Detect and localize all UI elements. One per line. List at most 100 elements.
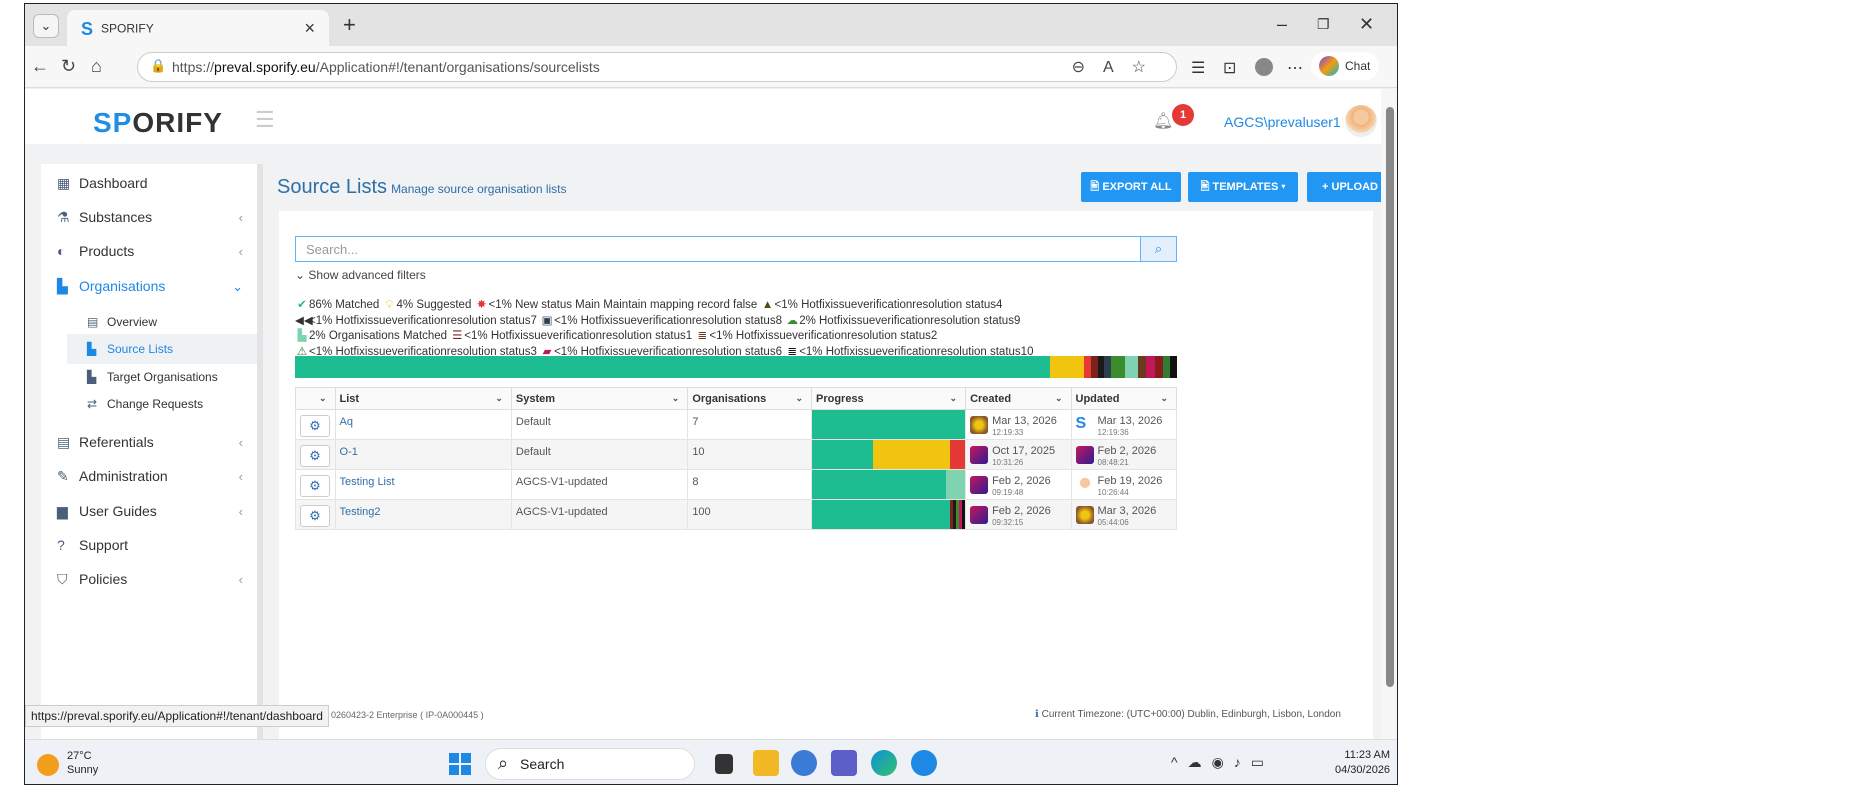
progress-segment[interactable] <box>811 440 874 469</box>
header-list[interactable]: List ⌄ <box>334 387 512 410</box>
edge-icon[interactable] <box>871 750 897 776</box>
progress-segment[interactable] <box>961 500 965 529</box>
progress-segment[interactable] <box>1103 356 1111 378</box>
header-created[interactable]: Created ⌄ <box>965 387 1072 410</box>
file-explorer-icon[interactable] <box>753 750 779 776</box>
table-row[interactable]: ⚙ O-1 Default 10 Oct 17, 2025 10:31:26 Fe… <box>295 439 1177 470</box>
progress-segment[interactable] <box>949 440 966 469</box>
search-icon[interactable]: ⌕ <box>1141 236 1177 262</box>
gear-icon[interactable]: ⚙ <box>300 415 330 437</box>
browser-tab[interactable]: S SPORIFY × <box>67 10 329 46</box>
progress-segment[interactable] <box>945 470 966 499</box>
legend-item[interactable]: 2% Hotfixissueverificationresolution sta… <box>799 315 1020 327</box>
legend-item[interactable]: <1% New status Main Maintain mapping rec… <box>489 299 758 311</box>
row-progress-bar[interactable] <box>811 410 966 439</box>
sidebar-subitem-source-lists[interactable]: ▙ Source Lists <box>67 334 257 364</box>
progress-segment[interactable] <box>811 500 950 529</box>
url-action-icons[interactable]: ⊖A☆ <box>1072 57 1164 77</box>
header-updated[interactable]: Updated ⌄ <box>1070 387 1177 410</box>
search-input[interactable]: Search... <box>295 236 1141 262</box>
minimize-icon[interactable]: – <box>1277 14 1287 35</box>
tab-actions-button[interactable]: ⌄ <box>33 14 59 38</box>
row-progress-bar[interactable] <box>811 470 966 499</box>
progress-segment[interactable] <box>873 440 950 469</box>
templates-button[interactable]: 🖹 TEMPLATES ▾ <box>1188 172 1298 202</box>
legend-item[interactable]: 4% Suggested <box>397 299 472 311</box>
progress-segment[interactable] <box>1110 356 1125 378</box>
legend-item[interactable]: <1% Hotfixissueverificationresolution st… <box>464 330 692 342</box>
system-tray[interactable]: ^☁◉♪▭ <box>1171 754 1274 771</box>
sporify-logo[interactable]: SPORIFY <box>93 107 223 139</box>
profile-icon[interactable] <box>1255 58 1273 76</box>
overall-progress-bar[interactable] <box>295 356 1177 378</box>
legend-item[interactable]: <1% Hotfixissueverificationresolution st… <box>775 299 1003 311</box>
taskbar-search[interactable]: Search <box>485 748 695 780</box>
progress-cell[interactable] <box>810 409 967 440</box>
clock[interactable]: 11:23 AM 04/30/2026 <box>1335 748 1390 778</box>
progress-cell[interactable] <box>810 469 967 500</box>
sidebar-item-administration[interactable]: ✎ Administration ‹ <box>41 457 257 497</box>
bell-icon[interactable]: 🔔︎ <box>1153 111 1173 131</box>
list-link[interactable]: Testing2 <box>340 506 381 518</box>
avatar[interactable] <box>1345 105 1377 137</box>
sidebar-scrollbar[interactable] <box>257 164 263 739</box>
header-system[interactable]: System ⌄ <box>510 387 689 410</box>
gear-icon[interactable]: ⚙ <box>300 475 330 497</box>
more-icon[interactable]: ⋯ <box>1287 58 1303 78</box>
legend-item[interactable]: <1% Hotfixissueverificationresolution st… <box>554 315 782 327</box>
legend-item[interactable]: 86% Matched <box>309 299 379 311</box>
list-link[interactable]: Testing List <box>340 476 395 488</box>
sidebar-subitem-change-requests[interactable]: ⇄ Change Requests <box>67 389 257 419</box>
close-tab-icon[interactable]: × <box>304 18 315 39</box>
progress-segment[interactable] <box>295 356 1050 378</box>
table-row[interactable]: ⚙ Testing2 AGCS-V1-updated 100 Feb 2, 20… <box>295 499 1177 530</box>
app-icon[interactable] <box>791 750 817 776</box>
back-icon[interactable]: ← <box>31 56 49 77</box>
notification-badge[interactable]: 1 <box>1172 104 1194 126</box>
progress-cell[interactable] <box>810 499 967 530</box>
gear-icon[interactable]: ⚙ <box>300 445 330 467</box>
progress-segment[interactable] <box>1124 356 1139 378</box>
header-actions[interactable]: ⌄ <box>295 387 336 410</box>
list-link[interactable]: Aq <box>340 416 353 428</box>
task-view-icon[interactable] <box>715 754 733 774</box>
header-organisations[interactable]: Organisations ⌄ <box>687 387 812 410</box>
progress-segment[interactable] <box>1049 356 1085 378</box>
sidebar-item-products[interactable]: ◐ Products ‹ <box>41 232 257 272</box>
progress-segment[interactable] <box>1154 356 1163 378</box>
sidebar-subitem-target-organisations[interactable]: ▙ Target Organisations <box>67 362 257 392</box>
scrollbar-thumb[interactable] <box>1386 107 1394 687</box>
advanced-filters-toggle[interactable]: ⌄ Show advanced filters <box>295 268 426 282</box>
progress-segment[interactable] <box>1146 356 1155 378</box>
row-progress-bar[interactable] <box>811 440 966 469</box>
progress-segment[interactable] <box>1169 356 1177 378</box>
upload-button[interactable]: + UPLOAD <box>1307 172 1381 202</box>
url-bar[interactable]: 🔒 https://preval.sporify.eu/Application#… <box>137 52 1177 82</box>
gear-icon[interactable]: ⚙ <box>300 505 330 527</box>
legend-item[interactable]: <1% Hotfixissueverificationresolution st… <box>709 330 937 342</box>
export-all-button[interactable]: 🖹 EXPORT ALL <box>1081 172 1181 202</box>
restore-icon[interactable]: ❐ <box>1317 16 1330 33</box>
header-progress[interactable]: Progress ⌄ <box>810 387 967 410</box>
favorites-icon[interactable]: ☰ <box>1191 58 1205 78</box>
row-progress-bar[interactable] <box>811 500 965 529</box>
table-row[interactable]: ⚙ Testing List AGCS-V1-updated 8 Feb 2, … <box>295 469 1177 500</box>
sidebar-item-policies[interactable]: ⛉ Policies ‹ <box>41 560 257 600</box>
sidebar-subitem-overview[interactable]: ▤ Overview <box>67 307 257 337</box>
refresh-icon[interactable]: ↻ <box>61 56 76 77</box>
legend-item[interactable]: <1% Hotfixissueverificationresolution st… <box>309 315 537 327</box>
legend-item[interactable]: 2% Organisations Matched <box>309 330 447 342</box>
sidebar-item-organisations[interactable]: ▙ Organisations ⌄ <box>41 267 257 307</box>
teams-icon[interactable] <box>831 750 857 776</box>
progress-segment[interactable] <box>1162 356 1170 378</box>
progress-segment[interactable] <box>1138 356 1147 378</box>
page-scrollbar[interactable] <box>1381 89 1397 739</box>
progress-segment[interactable] <box>811 410 966 439</box>
list-link[interactable]: O-1 <box>340 446 358 458</box>
weather-widget[interactable]: 27°C Sunny <box>67 749 98 777</box>
progress-segment[interactable] <box>1084 356 1092 378</box>
menu-toggle-icon[interactable]: ☰ <box>255 107 275 133</box>
edge-dev-icon[interactable] <box>911 750 937 776</box>
progress-segment[interactable] <box>811 470 946 499</box>
username[interactable]: AGCS\prevaluser1 <box>1224 114 1341 130</box>
